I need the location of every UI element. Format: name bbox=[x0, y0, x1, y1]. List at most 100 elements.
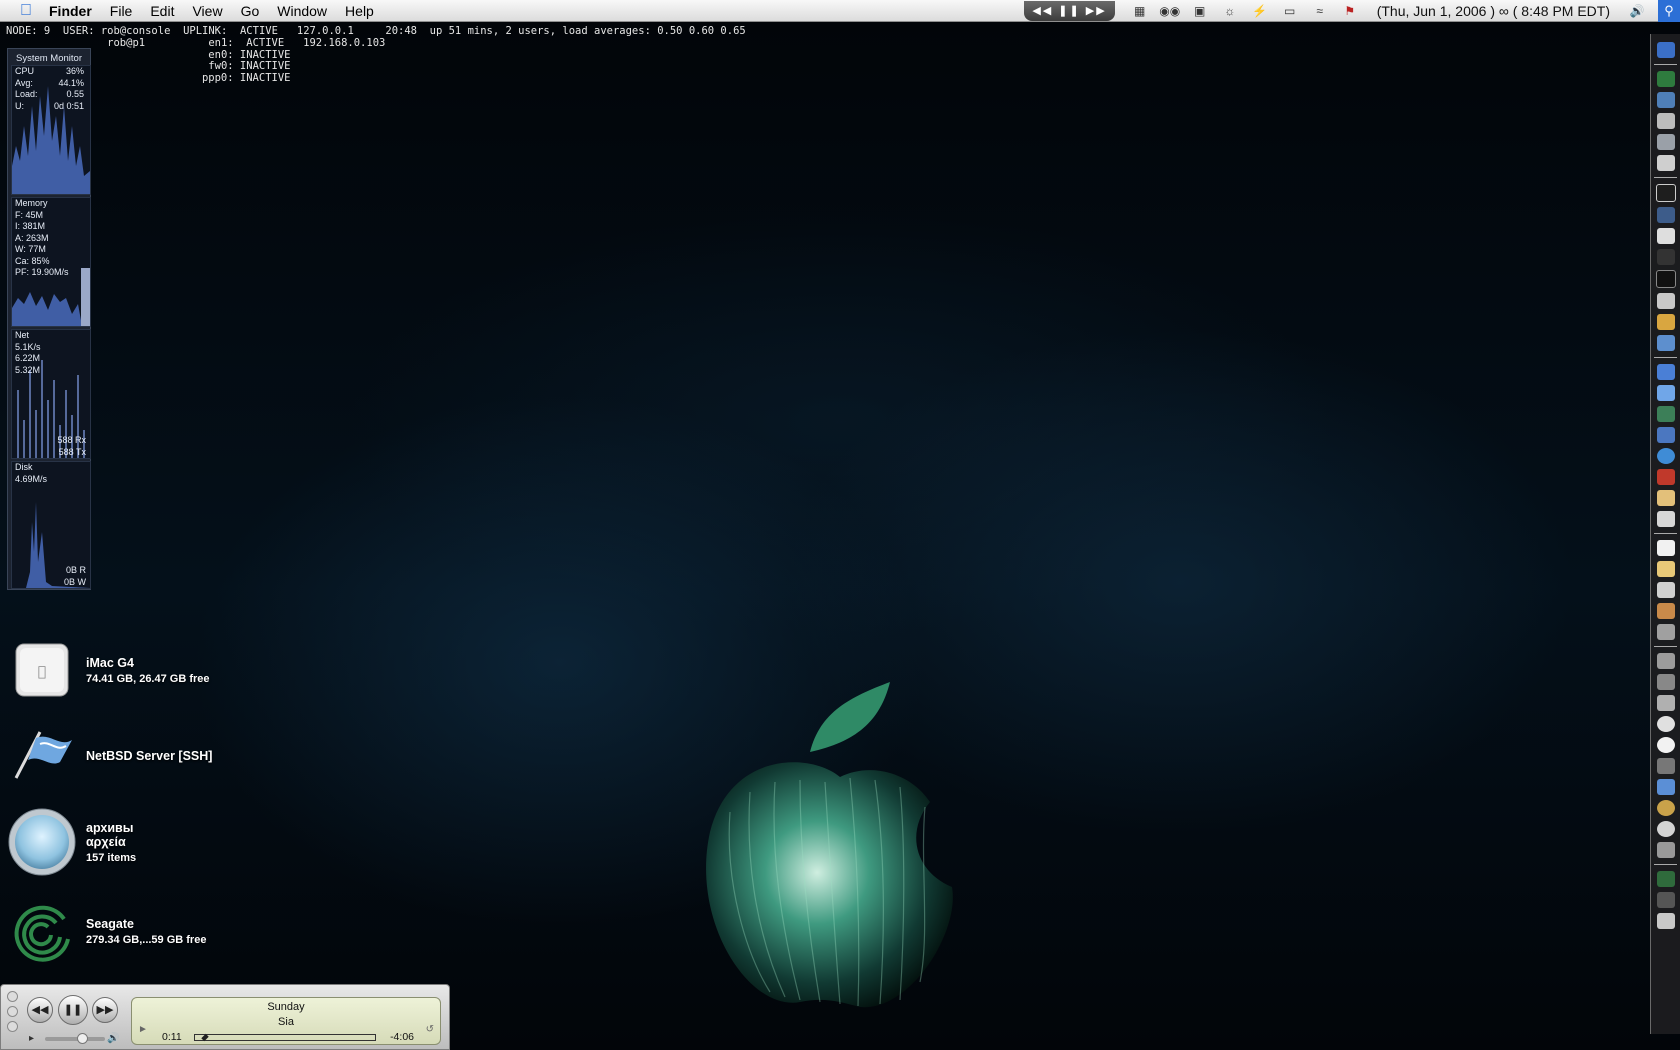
dock-misc9-icon[interactable] bbox=[1656, 842, 1675, 858]
net-rate: 5.1K/s bbox=[15, 341, 41, 352]
menu-bar:  Finder File Edit View Go Window Help ◀… bbox=[0, 0, 1680, 22]
dock-automator-icon[interactable] bbox=[1656, 653, 1675, 669]
app-icon[interactable]: ▣ bbox=[1189, 4, 1211, 18]
dock-safari-icon[interactable] bbox=[1656, 335, 1675, 351]
dock-calculator-icon[interactable] bbox=[1656, 582, 1675, 598]
window-controls bbox=[7, 991, 18, 1036]
dock-misc4-icon[interactable] bbox=[1656, 737, 1675, 753]
dock-misc1-icon[interactable] bbox=[1656, 674, 1675, 690]
itunes-mini-player[interactable]: ◀◀ ❚❚ ▶▶ ▸ 🔊 ► Sunday Sia 0:11 -4:06 ↺ bbox=[0, 984, 450, 1050]
memory-free: F: 45M bbox=[15, 209, 44, 220]
user2-text: rob@p1 bbox=[107, 36, 146, 49]
dock-quicktime-icon[interactable] bbox=[1655, 184, 1676, 202]
artist-name: Sia bbox=[278, 1016, 294, 1028]
dock-minimized-window-icon[interactable] bbox=[1656, 871, 1675, 887]
volume-knob[interactable] bbox=[77, 1033, 88, 1044]
dock-addressbook-icon[interactable] bbox=[1656, 511, 1675, 527]
dock-stickies-icon[interactable] bbox=[1656, 561, 1675, 577]
disk-read: 0B R bbox=[65, 565, 86, 575]
dock-itunes-icon[interactable] bbox=[1656, 427, 1675, 443]
menu-window[interactable]: Window bbox=[268, 0, 336, 22]
dock-xcode-icon[interactable] bbox=[1656, 624, 1675, 640]
menu-view[interactable]: View bbox=[183, 0, 231, 22]
volume-slider[interactable] bbox=[45, 1037, 105, 1041]
zoom-window-button[interactable] bbox=[7, 1021, 18, 1032]
apple-menu-icon[interactable]:  bbox=[12, 2, 40, 20]
dock-misc8-icon[interactable] bbox=[1656, 821, 1675, 837]
spotlight-icon[interactable]: ⚲ bbox=[1658, 0, 1680, 22]
memory-label: Memory bbox=[15, 198, 48, 208]
dock-network-icon[interactable] bbox=[1656, 92, 1675, 108]
dock-calendar-icon[interactable] bbox=[1656, 469, 1675, 485]
dock bbox=[1650, 34, 1680, 1034]
net-label: Net bbox=[15, 330, 30, 340]
dock-browser-icon[interactable] bbox=[1656, 448, 1675, 464]
dock-app-icon[interactable] bbox=[1656, 314, 1675, 330]
menu-clock[interactable]: (Thu, Jun 1, 2006 ) ∞ ( 8:48 PM EDT) bbox=[1365, 3, 1622, 19]
pause-button[interactable]: ❚❚ bbox=[58, 995, 88, 1025]
playhead[interactable] bbox=[201, 1033, 209, 1042]
menu-go[interactable]: Go bbox=[232, 0, 269, 22]
previous-track-button[interactable]: ◀◀ bbox=[27, 997, 53, 1023]
dock-garageband-icon[interactable] bbox=[1656, 490, 1675, 506]
display-icon[interactable]: ▭ bbox=[1279, 4, 1301, 18]
memory-active: A: 263M bbox=[15, 232, 49, 243]
menu-edit[interactable]: Edit bbox=[141, 0, 183, 22]
us-flag-icon[interactable]: ⚑ bbox=[1339, 4, 1361, 18]
wifi-icon[interactable]: ≈ bbox=[1309, 4, 1331, 18]
dock-tools-icon[interactable] bbox=[1656, 113, 1675, 129]
system-monitor-widget[interactable]: System Monitor CPU 36% Avg: 44.1% Load: 0.5… bbox=[7, 48, 91, 590]
dock-minimized-window2-icon[interactable] bbox=[1656, 892, 1675, 908]
dock-preview-icon[interactable] bbox=[1656, 228, 1675, 244]
en0-value: INACTIVE bbox=[239, 48, 291, 61]
menu-finder[interactable]: Finder bbox=[40, 0, 101, 22]
desktop-icon-archive[interactable]: архивы αρχεία 157 items bbox=[6, 806, 136, 878]
dock-misc6-icon[interactable] bbox=[1656, 779, 1675, 795]
cpu-uptime-row: U: 0d 0:51 bbox=[12, 101, 90, 113]
media-controls-icon[interactable]: ◀◀ ❚❚ ▶▶ bbox=[1024, 1, 1115, 21]
binoculars-icon[interactable]: ◉◉ bbox=[1159, 4, 1181, 18]
menu-file[interactable]: File bbox=[101, 0, 142, 22]
volume-low-icon: ▸ bbox=[29, 1033, 35, 1044]
volume-icon[interactable]: 🔊 bbox=[1626, 4, 1648, 18]
close-window-button[interactable] bbox=[7, 991, 18, 1002]
menu-help[interactable]: Help bbox=[336, 0, 383, 22]
dock-misc7-icon[interactable] bbox=[1656, 800, 1675, 816]
track-progress-bar[interactable] bbox=[194, 1033, 376, 1042]
imac-g4-label: iMac G4 bbox=[86, 655, 134, 670]
dock-trash-icon[interactable] bbox=[1656, 913, 1675, 929]
node-text: NODE: 9 bbox=[6, 25, 51, 37]
palette-icon[interactable]: ☼ bbox=[1219, 4, 1241, 18]
dock-script-icon[interactable] bbox=[1656, 603, 1675, 619]
window-icon[interactable]: ▦ bbox=[1129, 4, 1151, 18]
next-track-button[interactable]: ▶▶ bbox=[92, 997, 118, 1023]
dock-textedit-icon[interactable] bbox=[1656, 540, 1675, 556]
dock-photo-icon[interactable] bbox=[1656, 155, 1675, 171]
dock-mail-icon[interactable] bbox=[1656, 364, 1675, 380]
archive-label-gr: αρχεία bbox=[86, 834, 126, 849]
lightning-icon[interactable]: ⚡ bbox=[1249, 4, 1271, 18]
dock-camera-icon[interactable] bbox=[1656, 134, 1675, 150]
dock-misc2-icon[interactable] bbox=[1656, 695, 1675, 711]
dock-utility-icon[interactable] bbox=[1656, 293, 1675, 309]
desktop-icon-imac-g4[interactable]:  iMac G4 74.41 GB, 26.47 GB free bbox=[6, 634, 210, 706]
geektool-terminal-output: NODE: 9 USER: rob@console UPLINK: ACTIVE… bbox=[6, 25, 746, 85]
snapback-icon[interactable]: ↺ bbox=[426, 1024, 434, 1035]
song-title: Sunday bbox=[267, 1001, 305, 1013]
disk-panel: Disk 4.69M/s 0B R 0B W bbox=[11, 461, 91, 589]
dock-terminal-icon[interactable] bbox=[1656, 71, 1675, 87]
disk-rate: 4.69M/s bbox=[15, 473, 48, 484]
dock-finder-icon[interactable] bbox=[1656, 42, 1675, 58]
dock-ichat-icon[interactable] bbox=[1656, 385, 1675, 401]
dock-misc5-icon[interactable] bbox=[1656, 758, 1675, 774]
desktop-icon-netbsd-server[interactable]: NetBSD Server [SSH] bbox=[6, 720, 212, 792]
dock-iphoto-icon[interactable] bbox=[1656, 406, 1675, 422]
en1-label: en1: bbox=[208, 36, 234, 49]
minimize-window-button[interactable] bbox=[7, 1006, 18, 1017]
dock-misc3-icon[interactable] bbox=[1656, 716, 1675, 732]
dock-console-icon[interactable] bbox=[1656, 249, 1675, 265]
dock-terminal2-icon[interactable] bbox=[1655, 270, 1676, 288]
desktop-icon-seagate[interactable]: Seagate 279.34 GB,...59 GB free bbox=[6, 895, 206, 967]
now-playing-display: ► Sunday Sia 0:11 -4:06 ↺ bbox=[131, 997, 441, 1045]
dock-screen-icon[interactable] bbox=[1656, 207, 1675, 223]
